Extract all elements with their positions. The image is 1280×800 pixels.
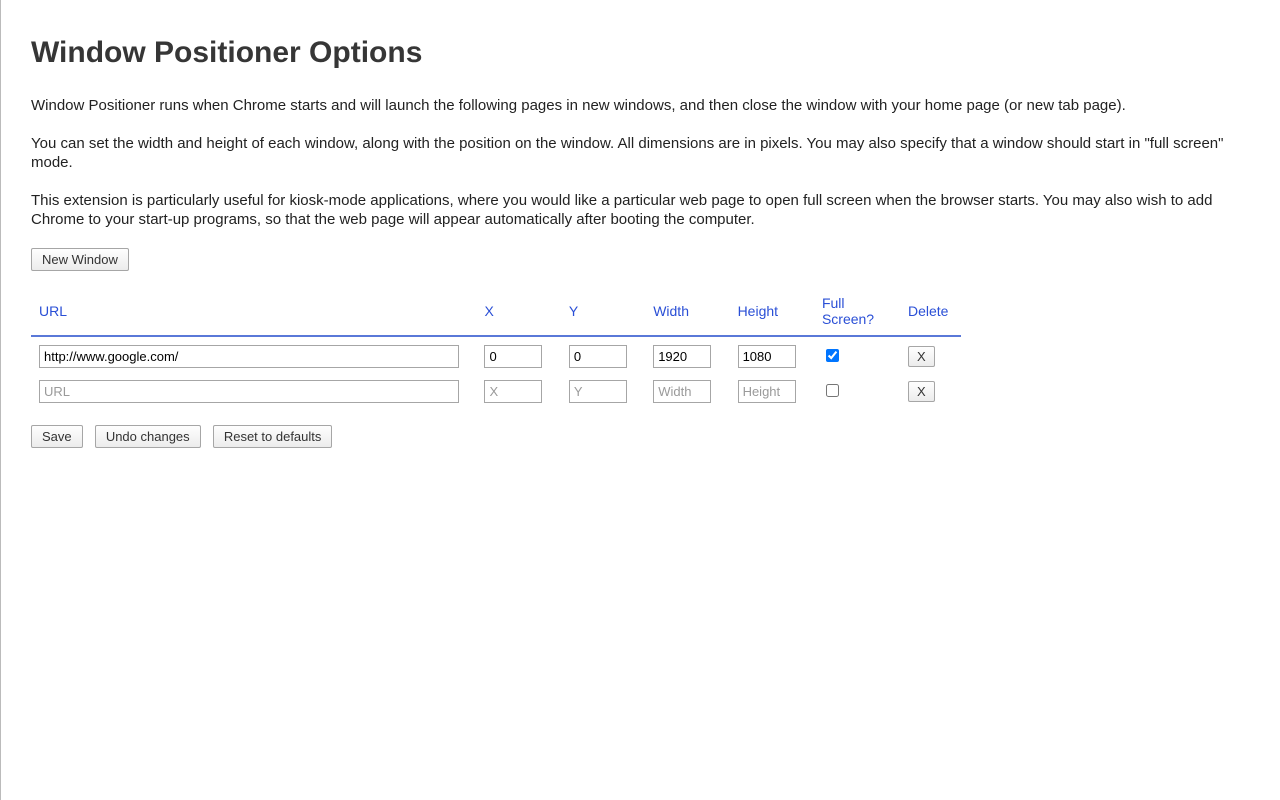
- table-row: X: [31, 372, 961, 407]
- height-input[interactable]: [738, 380, 796, 403]
- new-window-button[interactable]: New Window: [31, 248, 129, 271]
- table-row: X: [31, 336, 961, 372]
- col-header-y: Y: [561, 289, 645, 336]
- intro-paragraph-2: You can set the width and height of each…: [31, 134, 1250, 173]
- windows-table: URL X Y Width Height Full Screen? Delete…: [31, 289, 961, 407]
- col-header-fullscreen: Full Screen?: [814, 289, 900, 336]
- undo-button[interactable]: Undo changes: [95, 425, 201, 448]
- width-input[interactable]: [653, 380, 711, 403]
- delete-row-button[interactable]: X: [908, 381, 935, 402]
- col-header-height: Height: [730, 289, 814, 336]
- intro-paragraph-3: This extension is particularly useful fo…: [31, 191, 1250, 230]
- height-input[interactable]: [738, 345, 796, 368]
- x-input[interactable]: [484, 345, 542, 368]
- col-header-x: X: [476, 289, 560, 336]
- page-title: Window Positioner Options: [31, 36, 1250, 70]
- col-header-delete: Delete: [900, 289, 961, 336]
- col-header-url: URL: [31, 289, 476, 336]
- url-input[interactable]: [39, 345, 459, 368]
- delete-row-button[interactable]: X: [908, 346, 935, 367]
- col-header-width: Width: [645, 289, 729, 336]
- save-button[interactable]: Save: [31, 425, 83, 448]
- width-input[interactable]: [653, 345, 711, 368]
- intro-paragraph-1: Window Positioner runs when Chrome start…: [31, 96, 1250, 116]
- y-input[interactable]: [569, 345, 627, 368]
- fullscreen-checkbox[interactable]: [826, 384, 839, 397]
- y-input[interactable]: [569, 380, 627, 403]
- fullscreen-checkbox[interactable]: [826, 349, 839, 362]
- url-input[interactable]: [39, 380, 459, 403]
- x-input[interactable]: [484, 380, 542, 403]
- reset-button[interactable]: Reset to defaults: [213, 425, 333, 448]
